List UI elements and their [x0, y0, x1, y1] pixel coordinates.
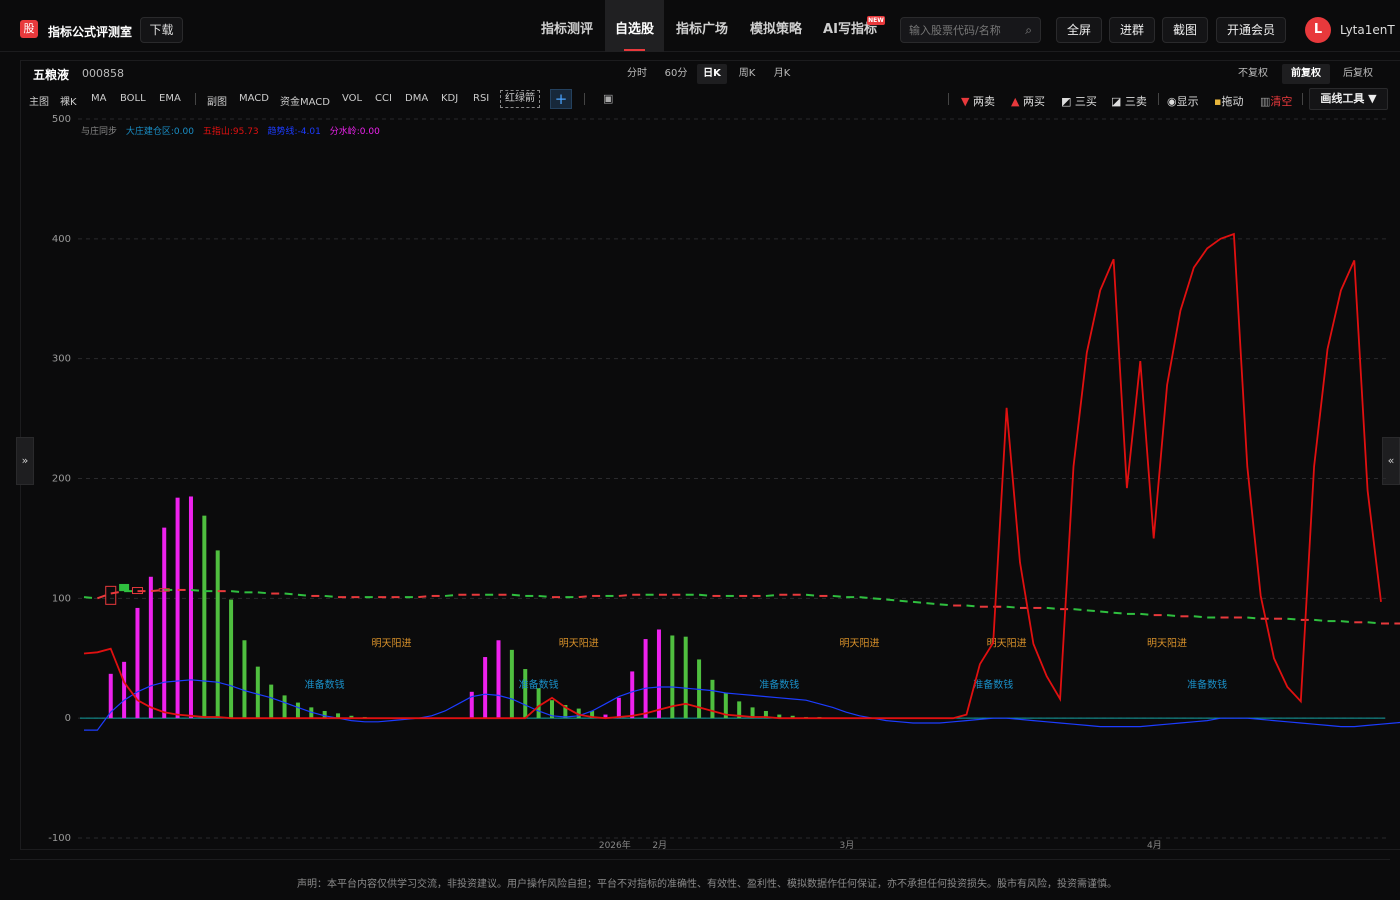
- histogram-bar: [630, 671, 635, 719]
- candle: [105, 585, 117, 605]
- price-ma-segment: [1086, 609, 1095, 613]
- histogram-bar: [509, 649, 514, 719]
- histogram-bar: [255, 666, 260, 719]
- histogram-bar: [202, 515, 207, 719]
- legend-five-finger: 五指山:95.73: [202, 127, 259, 137]
- histogram-bar: [496, 640, 501, 719]
- histogram-bar: [656, 629, 661, 719]
- price-ma-segment: [284, 592, 293, 596]
- legend-watershed: 分水岭:0.00: [329, 127, 380, 137]
- annotation-bull: 明天阳进: [840, 637, 880, 649]
- histogram-bar: [616, 697, 621, 719]
- y-tick-label: -100: [48, 833, 71, 844]
- price-ma-segment: [1113, 611, 1122, 615]
- histogram-bar: [295, 702, 300, 719]
- histogram-bar: [683, 636, 688, 719]
- disclaimer-text: 声明：本平台内容仅供学习交流，非投资建议。用户操作风险自担；平台不对指标的准确性…: [297, 879, 1117, 890]
- price-ma-segment: [444, 594, 454, 597]
- annotation-bull: 明天阳进: [372, 637, 412, 649]
- annotation-prep: 准备数钱: [1187, 678, 1227, 691]
- annotation-prep: 准备数钱: [519, 678, 559, 691]
- price-ma-segment: [190, 588, 200, 592]
- price-ma-segment: [832, 594, 841, 598]
- price-ma-segment: [150, 589, 159, 593]
- price-ma-segment: [110, 591, 119, 595]
- histogram-bar: [188, 496, 193, 719]
- x-tick-label: 2月: [652, 840, 667, 851]
- price-ma-segment: [538, 594, 547, 598]
- annotation-prep: 准备数钱: [973, 678, 1013, 691]
- price-ma-segment: [324, 594, 333, 598]
- histogram-bar: [536, 688, 541, 719]
- legend-accumulation-zone: 大庄建仓区:0.00: [125, 127, 194, 137]
- legend-trend-line: 趋势线:-4.01: [267, 127, 321, 137]
- price-ma-segment: [418, 595, 427, 599]
- histogram-bar: [242, 640, 247, 719]
- price-ma-segment: [939, 603, 948, 607]
- price-ma-segment: [912, 600, 922, 604]
- annotation-prep: 准备数钱: [305, 678, 345, 691]
- price-ma-segment: [511, 593, 520, 597]
- histogram-bar: [215, 550, 220, 719]
- annotation-bull: 明天阳进: [1147, 637, 1187, 649]
- price-ma-segment: [698, 593, 708, 597]
- histogram-bar: [175, 497, 180, 719]
- price-ma-segment: [1100, 610, 1109, 614]
- divider: [10, 859, 1390, 860]
- histogram-bar: [229, 599, 234, 719]
- price-ma-segment: [1367, 621, 1376, 625]
- histogram-bar: [322, 710, 327, 719]
- price-ma-segment: [899, 599, 908, 603]
- x-tick-label: 4月: [1147, 840, 1162, 851]
- histogram-bar: [643, 639, 648, 719]
- histogram-bar: [122, 661, 127, 719]
- price-ma-segment: [926, 602, 935, 605]
- price-ma-segment: [83, 596, 93, 599]
- price-ma-segment: [1314, 618, 1323, 622]
- price-ma-segment: [1046, 606, 1055, 610]
- price-ma-segment: [578, 595, 587, 599]
- y-tick-label: 500: [52, 114, 71, 125]
- histogram-bar: [523, 669, 528, 719]
- histogram-bar: [148, 576, 153, 719]
- price-ma-segment: [1073, 608, 1082, 611]
- y-tick-label: 100: [52, 593, 71, 604]
- y-tick-label: 200: [52, 474, 71, 485]
- price-ma-segment: [1340, 620, 1349, 623]
- price-ma-segment: [1193, 615, 1202, 619]
- price-ma-segment: [297, 593, 307, 597]
- price-ma-segment: [230, 590, 240, 593]
- x-tick-label: 2026年: [599, 839, 631, 851]
- x-tick-label: 3月: [840, 840, 855, 851]
- price-ma-segment: [765, 594, 775, 597]
- price-ma-segment: [1287, 617, 1296, 621]
- y-tick-label: 0: [65, 713, 71, 724]
- y-tick-label: 400: [52, 234, 71, 245]
- price-ma-segment: [618, 594, 627, 597]
- price-ma-segment: [257, 591, 266, 595]
- annotation-bull: 明天阳进: [559, 637, 599, 649]
- histogram-bar: [710, 679, 715, 719]
- price-ma-segment: [1166, 614, 1176, 617]
- histogram-bar: [162, 527, 167, 719]
- histogram-bar: [282, 695, 287, 719]
- price-ma-segment: [966, 604, 975, 608]
- histogram-bar: [483, 657, 488, 719]
- price-ma-segment: [805, 593, 815, 597]
- annotation-prep: 准备数钱: [759, 678, 799, 691]
- price-ma-segment: [1247, 616, 1256, 620]
- chart-legend: 与庄同步 大庄建仓区:0.00 五指山:95.73 趋势线:-4.01 分水岭:…: [81, 124, 386, 137]
- candle: [119, 583, 130, 592]
- price-ma-segment: [1140, 612, 1149, 616]
- price-ma-segment: [859, 596, 868, 599]
- legend-sync: 与庄同步: [81, 127, 118, 137]
- y-tick-label: 300: [52, 354, 71, 365]
- price-ma-segment: [886, 598, 895, 602]
- price-ma-segment: [1006, 605, 1015, 609]
- price-ma-segment: [872, 597, 881, 601]
- histogram-bar: [269, 684, 274, 719]
